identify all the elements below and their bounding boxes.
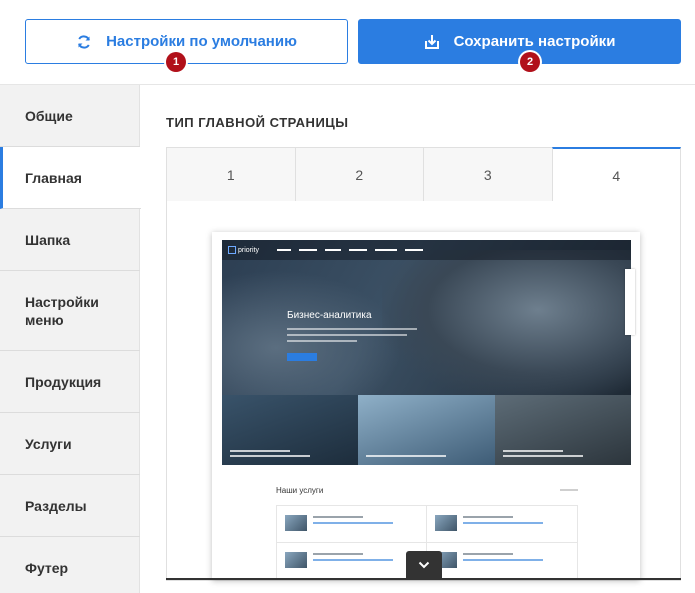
tab-1[interactable]: 1 [166,147,295,202]
preview-hero: priority Бизнес-аналитика [222,240,631,398]
page-title: ТИП ГЛАВНОЙ СТРАНИЦЫ [166,115,349,130]
tab-2[interactable]: 2 [294,147,423,202]
sidebar-item-general[interactable]: Общие [0,85,140,147]
logo-icon [228,246,236,254]
save-settings-button[interactable]: Сохранить настройки [358,19,681,64]
preview-hero-button [287,353,317,361]
sidebar-item-services[interactable]: Услуги [0,413,140,475]
sidebar-item-header[interactable]: Шапка [0,209,140,271]
sidebar-item-footer[interactable]: Футер [0,537,140,593]
preview-side-icons [625,269,635,335]
homepage-preview-image: priority Бизнес-аналитика Наши услуги [212,232,640,580]
sidebar-item-label: Продукция [25,373,102,390]
sidebar-item-label: Услуги [25,435,72,452]
sidebar-item-label: Разделы [25,497,87,514]
tab-label: 3 [483,166,492,183]
sidebar-item-label: Футер [25,560,69,576]
step-badge-2: 2 [520,52,540,72]
save-settings-label: Сохранить настройки [453,33,616,50]
tab-label: 2 [355,166,364,183]
sidebar-item-sections[interactable]: Разделы [0,475,140,537]
tab-3[interactable]: 3 [423,147,552,202]
sidebar-item-menu-settings[interactable]: Настройки меню [0,271,140,351]
refresh-icon [78,34,91,49]
default-settings-button[interactable]: Настройки по умолчанию [25,19,348,64]
tab-label: 4 [612,167,621,184]
preview-hero-title: Бизнес-аналитика [287,310,372,321]
tab-label: 1 [226,166,235,183]
preview-services-title: Наши услуги [276,486,324,495]
sidebar-item-label: Настройки меню [25,293,99,328]
settings-sidebar: Общие Главная Шапка Настройки меню Проду… [0,85,141,593]
step-badge-1: 1 [166,52,186,72]
default-settings-label: Настройки по умолчанию [106,33,297,50]
sidebar-item-label: Шапка [25,231,71,248]
preview-logo: priority [228,246,259,254]
sidebar-item-label: Общие [25,107,73,124]
download-icon [424,34,439,49]
tab-4[interactable]: 4 [551,147,681,202]
preview-tiles [222,395,631,465]
homepage-type-tabs: 1 2 3 4 [166,147,681,202]
expand-preview-button[interactable] [406,551,442,579]
sidebar-item-products[interactable]: Продукция [0,351,140,413]
sidebar-item-label: Главная [25,169,82,186]
preview-nav: priority [222,240,631,260]
sidebar-item-main[interactable]: Главная [0,147,141,209]
chevron-down-icon [418,561,430,569]
